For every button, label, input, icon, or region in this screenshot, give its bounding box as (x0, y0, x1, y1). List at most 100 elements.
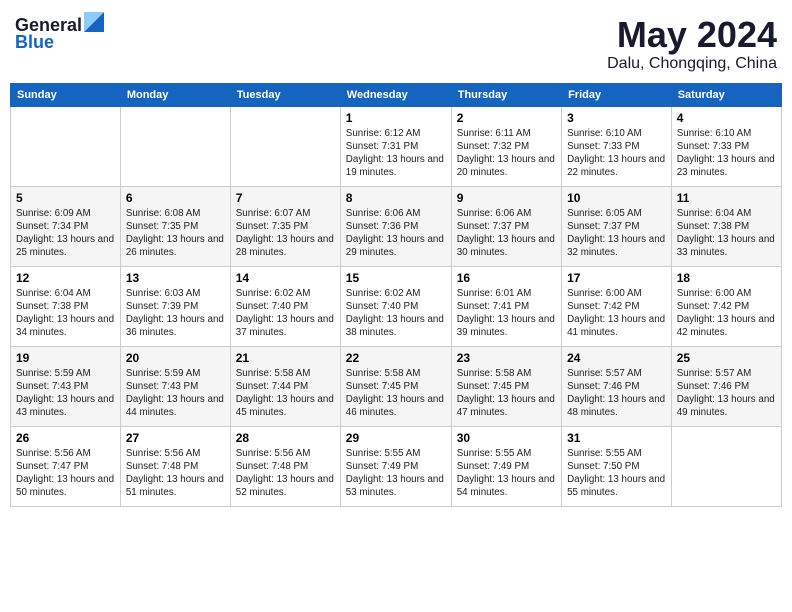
calendar-cell: 18Sunrise: 6:00 AMSunset: 7:42 PMDayligh… (671, 266, 781, 346)
cell-info: Sunset: 7:47 PM (16, 460, 115, 473)
cell-info: Sunrise: 5:58 AM (236, 367, 335, 380)
day-number: 14 (236, 271, 335, 285)
calendar-cell (120, 106, 230, 186)
calendar-cell: 31Sunrise: 5:55 AMSunset: 7:50 PMDayligh… (562, 426, 672, 506)
day-number: 22 (346, 351, 446, 365)
cell-info: Sunrise: 6:09 AM (16, 207, 115, 220)
cell-info: Sunset: 7:40 PM (346, 300, 446, 313)
cell-info: Sunrise: 6:02 AM (346, 287, 446, 300)
calendar-cell: 1Sunrise: 6:12 AMSunset: 7:31 PMDaylight… (340, 106, 451, 186)
cell-info: Daylight: 13 hours and 28 minutes. (236, 233, 335, 259)
day-number: 20 (126, 351, 225, 365)
day-number: 8 (346, 191, 446, 205)
cell-info: Sunrise: 6:05 AM (567, 207, 666, 220)
calendar-week-row: 12Sunrise: 6:04 AMSunset: 7:38 PMDayligh… (11, 266, 782, 346)
calendar-week-row: 26Sunrise: 5:56 AMSunset: 7:47 PMDayligh… (11, 426, 782, 506)
cell-info: Sunset: 7:46 PM (567, 380, 666, 393)
day-number: 9 (457, 191, 556, 205)
calendar-week-row: 1Sunrise: 6:12 AMSunset: 7:31 PMDaylight… (11, 106, 782, 186)
cell-info: Daylight: 13 hours and 50 minutes. (16, 473, 115, 499)
cell-info: Daylight: 13 hours and 39 minutes. (457, 313, 556, 339)
cell-info: Sunrise: 5:58 AM (346, 367, 446, 380)
cell-info: Daylight: 13 hours and 30 minutes. (457, 233, 556, 259)
logo: General Blue (15, 15, 104, 53)
cell-info: Sunset: 7:49 PM (346, 460, 446, 473)
cell-info: Sunset: 7:35 PM (126, 220, 225, 233)
cell-info: Sunrise: 6:06 AM (346, 207, 446, 220)
calendar-cell: 22Sunrise: 5:58 AMSunset: 7:45 PMDayligh… (340, 346, 451, 426)
cell-info: Sunset: 7:39 PM (126, 300, 225, 313)
day-number: 10 (567, 191, 666, 205)
logo-icon (84, 12, 104, 32)
month-title: May 2024 (607, 15, 777, 55)
day-number: 24 (567, 351, 666, 365)
cell-info: Sunrise: 6:10 AM (567, 127, 666, 140)
cell-info: Daylight: 13 hours and 44 minutes. (126, 393, 225, 419)
day-number: 3 (567, 111, 666, 125)
cell-info: Daylight: 13 hours and 26 minutes. (126, 233, 225, 259)
cell-info: Sunset: 7:35 PM (236, 220, 335, 233)
day-number: 31 (567, 431, 666, 445)
cell-info: Daylight: 13 hours and 22 minutes. (567, 153, 666, 179)
cell-info: Sunset: 7:42 PM (567, 300, 666, 313)
day-number: 25 (677, 351, 776, 365)
calendar-cell: 9Sunrise: 6:06 AMSunset: 7:37 PMDaylight… (451, 186, 561, 266)
cell-info: Daylight: 13 hours and 20 minutes. (457, 153, 556, 179)
day-number: 4 (677, 111, 776, 125)
cell-info: Sunset: 7:46 PM (677, 380, 776, 393)
location-title: Dalu, Chongqing, China (607, 55, 777, 73)
day-number: 1 (346, 111, 446, 125)
weekday-header-friday: Friday (562, 83, 672, 106)
cell-info: Daylight: 13 hours and 41 minutes. (567, 313, 666, 339)
cell-info: Sunrise: 6:12 AM (346, 127, 446, 140)
cell-info: Sunset: 7:41 PM (457, 300, 556, 313)
calendar-cell: 6Sunrise: 6:08 AMSunset: 7:35 PMDaylight… (120, 186, 230, 266)
day-number: 6 (126, 191, 225, 205)
cell-info: Sunset: 7:37 PM (567, 220, 666, 233)
cell-info: Sunset: 7:50 PM (567, 460, 666, 473)
day-number: 17 (567, 271, 666, 285)
calendar-cell: 13Sunrise: 6:03 AMSunset: 7:39 PMDayligh… (120, 266, 230, 346)
calendar-week-row: 5Sunrise: 6:09 AMSunset: 7:34 PMDaylight… (11, 186, 782, 266)
day-number: 27 (126, 431, 225, 445)
cell-info: Sunrise: 5:56 AM (16, 447, 115, 460)
day-number: 13 (126, 271, 225, 285)
calendar-week-row: 19Sunrise: 5:59 AMSunset: 7:43 PMDayligh… (11, 346, 782, 426)
cell-info: Sunrise: 6:04 AM (677, 207, 776, 220)
cell-info: Sunrise: 6:07 AM (236, 207, 335, 220)
day-number: 30 (457, 431, 556, 445)
calendar-cell: 3Sunrise: 6:10 AMSunset: 7:33 PMDaylight… (562, 106, 672, 186)
cell-info: Sunset: 7:42 PM (677, 300, 776, 313)
cell-info: Daylight: 13 hours and 54 minutes. (457, 473, 556, 499)
day-number: 19 (16, 351, 115, 365)
weekday-header-tuesday: Tuesday (230, 83, 340, 106)
cell-info: Sunrise: 6:04 AM (16, 287, 115, 300)
day-number: 16 (457, 271, 556, 285)
cell-info: Daylight: 13 hours and 52 minutes. (236, 473, 335, 499)
cell-info: Sunrise: 6:11 AM (457, 127, 556, 140)
cell-info: Sunset: 7:48 PM (236, 460, 335, 473)
day-number: 21 (236, 351, 335, 365)
cell-info: Sunset: 7:40 PM (236, 300, 335, 313)
cell-info: Sunrise: 5:55 AM (346, 447, 446, 460)
calendar-cell: 26Sunrise: 5:56 AMSunset: 7:47 PMDayligh… (11, 426, 121, 506)
calendar-cell (671, 426, 781, 506)
calendar-cell: 11Sunrise: 6:04 AMSunset: 7:38 PMDayligh… (671, 186, 781, 266)
cell-info: Sunrise: 5:59 AM (126, 367, 225, 380)
calendar-cell: 20Sunrise: 5:59 AMSunset: 7:43 PMDayligh… (120, 346, 230, 426)
cell-info: Daylight: 13 hours and 48 minutes. (567, 393, 666, 419)
cell-info: Sunrise: 5:55 AM (457, 447, 556, 460)
weekday-header-monday: Monday (120, 83, 230, 106)
cell-info: Sunrise: 5:56 AM (236, 447, 335, 460)
calendar-cell: 14Sunrise: 6:02 AMSunset: 7:40 PMDayligh… (230, 266, 340, 346)
calendar-cell: 2Sunrise: 6:11 AMSunset: 7:32 PMDaylight… (451, 106, 561, 186)
cell-info: Sunset: 7:36 PM (346, 220, 446, 233)
calendar-cell: 29Sunrise: 5:55 AMSunset: 7:49 PMDayligh… (340, 426, 451, 506)
cell-info: Sunrise: 5:57 AM (677, 367, 776, 380)
weekday-header-sunday: Sunday (11, 83, 121, 106)
cell-info: Sunset: 7:37 PM (457, 220, 556, 233)
calendar-cell: 5Sunrise: 6:09 AMSunset: 7:34 PMDaylight… (11, 186, 121, 266)
cell-info: Sunset: 7:45 PM (457, 380, 556, 393)
cell-info: Daylight: 13 hours and 47 minutes. (457, 393, 556, 419)
cell-info: Daylight: 13 hours and 23 minutes. (677, 153, 776, 179)
